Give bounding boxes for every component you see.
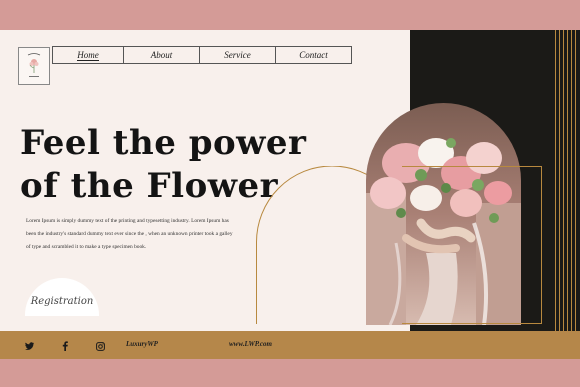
nav-service-label: Service xyxy=(224,50,251,60)
hero-line-1: Feel the power xyxy=(20,123,307,163)
nav-contact[interactable]: Contact xyxy=(275,46,352,64)
registration-label: Registration xyxy=(30,296,94,307)
registration-button[interactable]: Registration xyxy=(25,278,99,316)
facebook-icon[interactable] xyxy=(60,341,70,351)
nav-about-label: About xyxy=(150,50,173,60)
logo[interactable] xyxy=(18,47,50,85)
footer-website-link[interactable]: www.LWP.com xyxy=(229,340,272,348)
nav-about[interactable]: About xyxy=(123,46,200,64)
footer-brand: LuxuryWP xyxy=(126,340,158,348)
nav-home[interactable]: Home xyxy=(52,46,124,64)
footer-bar: LuxuryWP www.LWP.com xyxy=(0,331,580,359)
nav-contact-label: Contact xyxy=(299,50,328,60)
hero-description: Lorem Ipsum is simply dummy text of the … xyxy=(26,218,233,250)
main-nav: Home About Service Contact xyxy=(52,46,352,64)
gold-stripes xyxy=(552,30,580,331)
nav-home-label: Home xyxy=(77,49,99,61)
flower-logo-icon xyxy=(27,53,41,77)
twitter-icon[interactable] xyxy=(24,341,34,351)
gold-frame-decoration xyxy=(402,166,542,324)
landing-page: Home About Service Contact Feel the powe… xyxy=(0,30,580,331)
nav-service[interactable]: Service xyxy=(199,46,276,64)
instagram-icon[interactable] xyxy=(95,341,105,351)
